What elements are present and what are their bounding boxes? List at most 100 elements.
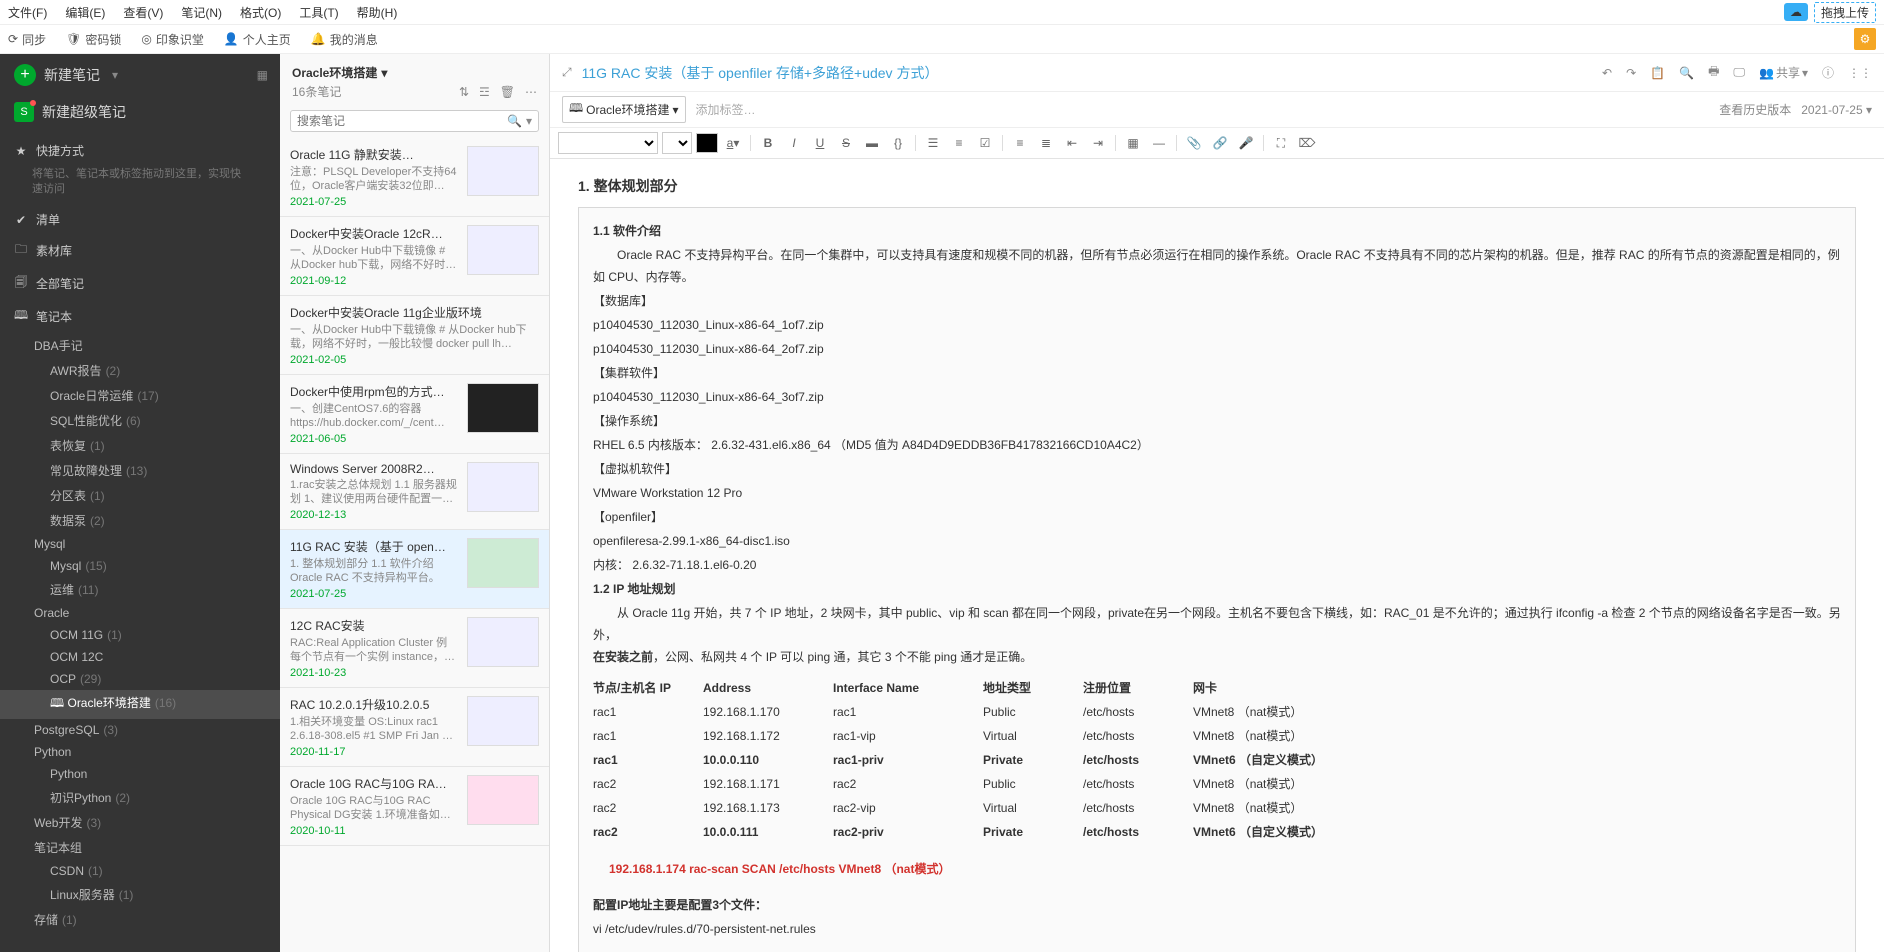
align-left-button[interactable]: ≡ bbox=[1009, 132, 1031, 154]
tree-item[interactable]: Python bbox=[0, 741, 280, 763]
all-notes-group[interactable]: 🗐全部笔记 bbox=[0, 267, 280, 300]
code-button[interactable]: {} bbox=[887, 132, 909, 154]
tree-item[interactable]: Python bbox=[0, 763, 280, 785]
settings-button[interactable]: ⚙ bbox=[1854, 28, 1876, 50]
search-doc-icon[interactable]: 🔍 bbox=[1679, 66, 1694, 80]
profile-button[interactable]: 👤个人主页 bbox=[224, 31, 291, 48]
tree-item[interactable]: PostgreSQL(3) bbox=[0, 719, 280, 741]
checklist-group[interactable]: ✔清单 bbox=[0, 205, 280, 234]
tree-item[interactable]: 笔记本组 bbox=[0, 835, 280, 860]
tree-item[interactable]: OCM 12C bbox=[0, 646, 280, 668]
tree-item[interactable]: SQL性能优化(6) bbox=[0, 408, 280, 433]
expand-icon[interactable]: ⤢ bbox=[562, 65, 572, 80]
strike-button[interactable]: S bbox=[835, 132, 857, 154]
bold-button[interactable]: B bbox=[757, 132, 779, 154]
chevron-down-icon[interactable]: ▾ bbox=[526, 114, 532, 128]
tree-item[interactable]: OCM 11G(1) bbox=[0, 624, 280, 646]
info-icon[interactable]: ⓘ bbox=[1822, 64, 1834, 81]
search-input[interactable] bbox=[297, 114, 507, 128]
notebook-title[interactable]: Oracle环境搭建▾ bbox=[292, 64, 387, 81]
password-lock-button[interactable]: 🛡密码锁 bbox=[66, 31, 121, 48]
tree-item[interactable]: CSDN(1) bbox=[0, 860, 280, 882]
notebook-tag[interactable]: 🕮Oracle环境搭建▾ bbox=[562, 96, 686, 123]
text-color-icon[interactable]: a▾ bbox=[722, 132, 744, 154]
tree-item[interactable]: 常见故障处理(13) bbox=[0, 458, 280, 483]
note-item[interactable]: RAC 10.2.0.1升级10.2.0.51.相关环境变量 OS:Linux … bbox=[280, 688, 549, 767]
tree-item[interactable]: Mysql(15) bbox=[0, 555, 280, 577]
note-item[interactable]: Docker中安装Oracle 12cR…一、从Docker Hub中下载镜像 … bbox=[280, 217, 549, 296]
tree-item[interactable]: 存储(1) bbox=[0, 907, 280, 932]
sort-icon[interactable]: ⇅ bbox=[459, 85, 469, 99]
cloud-upload-button[interactable]: ☁ bbox=[1784, 3, 1808, 21]
tree-item[interactable]: DBA手记 bbox=[0, 333, 280, 358]
clipboard-icon[interactable]: 📋 bbox=[1650, 66, 1665, 80]
tree-item[interactable]: 运维(11) bbox=[0, 577, 280, 602]
new-note-button[interactable]: + 新建笔记 ▾ bbox=[0, 54, 280, 96]
shortcut-group[interactable]: ★快捷方式 bbox=[0, 136, 280, 165]
italic-button[interactable]: I bbox=[783, 132, 805, 154]
grid-view-icon[interactable]: ▦ bbox=[257, 68, 268, 82]
menu-file[interactable]: 文件(F) bbox=[8, 4, 47, 21]
checklist-button[interactable]: ☑ bbox=[974, 132, 996, 154]
link-button[interactable]: 🔗 bbox=[1209, 132, 1231, 154]
highlight-button[interactable]: ▬ bbox=[861, 132, 883, 154]
indent-in-button[interactable]: ⇥ bbox=[1087, 132, 1109, 154]
tree-item[interactable]: Web开发(3) bbox=[0, 810, 280, 835]
fullscreen-button[interactable]: ⛶ bbox=[1270, 132, 1292, 154]
clear-format-button[interactable]: ⌦ bbox=[1296, 132, 1318, 154]
undo-icon[interactable]: ↶ bbox=[1602, 66, 1612, 80]
tree-item[interactable]: 数据泵(2) bbox=[0, 508, 280, 533]
sync-button[interactable]: ⟳同步 bbox=[8, 31, 46, 48]
underline-button[interactable]: U bbox=[809, 132, 831, 154]
tree-item[interactable]: Oracle日常运维(17) bbox=[0, 383, 280, 408]
align-center-button[interactable]: ≣ bbox=[1035, 132, 1057, 154]
note-item[interactable]: Docker中使用rpm包的方式…一、创建CentOS7.6的容器 https:… bbox=[280, 375, 549, 454]
note-item[interactable]: 11G RAC 安装（基于 open…1. 整体规划部分 1.1 软件介绍 Or… bbox=[280, 530, 549, 609]
note-item[interactable]: Oracle 11G 静默安装…注意：PLSQL Developer不支持64位… bbox=[280, 138, 549, 217]
yinsang-button[interactable]: ◎印象识堂 bbox=[141, 31, 204, 48]
tree-item[interactable]: Mysql bbox=[0, 533, 280, 555]
messages-button[interactable]: 🔔我的消息 bbox=[311, 31, 378, 48]
editor-content[interactable]: 1. 整体规划部分 1.1 软件介绍 Oracle RAC 不支持异构平台。在同… bbox=[550, 159, 1884, 952]
add-tag-input[interactable]: 添加标签… bbox=[696, 101, 756, 118]
new-super-note-button[interactable]: S 新建超级笔记 bbox=[0, 96, 280, 136]
share-button[interactable]: 👥共享▾ bbox=[1759, 64, 1808, 81]
menu-note[interactable]: 笔记(N) bbox=[181, 4, 222, 21]
notebook-group[interactable]: 🕮笔记本 bbox=[0, 300, 280, 333]
menu-help[interactable]: 帮助(H) bbox=[357, 4, 398, 21]
note-item[interactable]: Docker中安装Oracle 11g企业版环境一、从Docker Hub中下载… bbox=[280, 296, 549, 375]
font-family-select[interactable] bbox=[558, 132, 658, 154]
tree-item[interactable]: Oracle bbox=[0, 602, 280, 624]
attach-button[interactable]: 📎 bbox=[1183, 132, 1205, 154]
indent-out-button[interactable]: ⇤ bbox=[1061, 132, 1083, 154]
present-icon[interactable]: 🖵 bbox=[1733, 65, 1745, 80]
menu-format[interactable]: 格式(O) bbox=[240, 4, 281, 21]
number-list-button[interactable]: ≡ bbox=[948, 132, 970, 154]
bullet-list-button[interactable]: ☰ bbox=[922, 132, 944, 154]
search-icon[interactable]: 🔍 bbox=[507, 114, 522, 128]
menu-tool[interactable]: 工具(T) bbox=[299, 4, 338, 21]
hr-button[interactable]: — bbox=[1148, 132, 1170, 154]
print-icon[interactable]: 🖶 bbox=[1708, 62, 1719, 83]
font-color-button[interactable] bbox=[696, 133, 718, 153]
filter-icon[interactable]: ☲ bbox=[479, 85, 490, 99]
notes-scroll[interactable]: Oracle 11G 静默安装…注意：PLSQL Developer不支持64位… bbox=[280, 138, 549, 952]
note-item[interactable]: Windows Server 2008R2…1.rac安装之总体规划 1.1 服… bbox=[280, 454, 549, 530]
tree-item[interactable]: Linux服务器(1) bbox=[0, 882, 280, 907]
menu-edit[interactable]: 编辑(E) bbox=[65, 4, 105, 21]
redo-icon[interactable]: ↷ bbox=[1626, 66, 1636, 80]
trash-icon[interactable]: 🗑 bbox=[500, 85, 515, 99]
view-history-link[interactable]: 查看历史版本 bbox=[1719, 101, 1791, 118]
audio-button[interactable]: 🎤 bbox=[1235, 132, 1257, 154]
menu-view[interactable]: 查看(V) bbox=[123, 4, 163, 21]
tree-item[interactable]: AWR报告(2) bbox=[0, 358, 280, 383]
document-date[interactable]: 2021-07-25 ▾ bbox=[1801, 103, 1872, 117]
tree-item[interactable]: 分区表(1) bbox=[0, 483, 280, 508]
table-button[interactable]: ▦ bbox=[1122, 132, 1144, 154]
tree-item[interactable]: 🕮 Oracle环境搭建(16) bbox=[0, 690, 280, 719]
tree-item[interactable]: OCP(29) bbox=[0, 668, 280, 690]
drag-upload-label[interactable]: 拖拽上传 bbox=[1814, 2, 1876, 23]
more-actions-icon[interactable]: ⋮⋮ bbox=[1848, 66, 1872, 80]
tree-item[interactable]: 初识Python(2) bbox=[0, 785, 280, 810]
material-group[interactable]: 🗀素材库 bbox=[0, 234, 280, 267]
